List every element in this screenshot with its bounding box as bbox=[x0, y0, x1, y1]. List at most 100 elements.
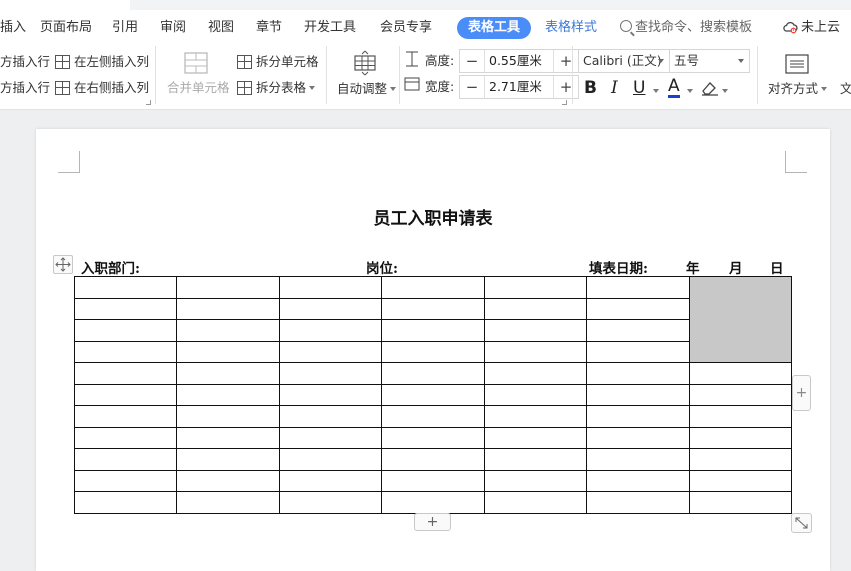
table-cell[interactable] bbox=[381, 276, 485, 299]
font-size-select[interactable]: 五号 bbox=[669, 49, 750, 73]
table-cell[interactable] bbox=[586, 340, 690, 363]
table-cell[interactable] bbox=[74, 340, 177, 363]
dialog-launcher-icon[interactable] bbox=[562, 100, 567, 105]
table-cell[interactable] bbox=[689, 383, 792, 406]
underline-button[interactable]: U bbox=[633, 78, 645, 98]
tab-insert[interactable]: 插入 bbox=[0, 20, 26, 36]
table-cell[interactable] bbox=[381, 469, 485, 492]
bold-button[interactable]: B bbox=[584, 78, 597, 98]
table-cell[interactable] bbox=[484, 469, 587, 492]
table-cell[interactable] bbox=[586, 426, 690, 449]
table-cell[interactable] bbox=[74, 362, 177, 385]
table-cell[interactable] bbox=[484, 448, 587, 471]
table-cell[interactable] bbox=[689, 405, 792, 428]
insert-col-left-button[interactable]: 在左侧插入列 bbox=[55, 54, 149, 70]
table-cell[interactable] bbox=[586, 362, 690, 385]
table-cell[interactable] bbox=[586, 319, 690, 342]
table-cell[interactable] bbox=[586, 276, 690, 299]
table-cell[interactable] bbox=[381, 448, 485, 471]
table-cell[interactable] bbox=[586, 297, 690, 320]
table-cell[interactable] bbox=[484, 383, 587, 406]
table-resize-handle[interactable] bbox=[791, 513, 812, 533]
table-cell[interactable] bbox=[74, 297, 177, 320]
table-cell[interactable] bbox=[279, 362, 382, 385]
chevron-down-icon[interactable] bbox=[653, 89, 659, 93]
table-cell[interactable] bbox=[381, 491, 485, 514]
add-row-button[interactable]: + bbox=[414, 513, 451, 531]
split-cells-button[interactable]: 拆分单元格 bbox=[237, 54, 319, 70]
table-cell[interactable] bbox=[279, 297, 382, 320]
height-increase-button[interactable]: + bbox=[554, 50, 578, 72]
table-cell[interactable] bbox=[586, 405, 690, 428]
table-cell[interactable] bbox=[586, 448, 690, 471]
table-cell[interactable] bbox=[176, 340, 280, 363]
table-cell[interactable] bbox=[689, 469, 792, 492]
tab-view[interactable]: 视图 bbox=[208, 20, 234, 36]
table-cell[interactable] bbox=[74, 469, 177, 492]
table-cell[interactable] bbox=[176, 319, 280, 342]
tab-member-exclusive[interactable]: 会员专享 bbox=[380, 20, 432, 36]
table-cell[interactable] bbox=[176, 491, 280, 514]
table-cell[interactable] bbox=[74, 491, 177, 514]
table-cell[interactable] bbox=[484, 297, 587, 320]
table-cell[interactable] bbox=[689, 491, 792, 514]
table-cell[interactable] bbox=[176, 362, 280, 385]
table-cell[interactable] bbox=[381, 405, 485, 428]
table-cell[interactable] bbox=[381, 297, 485, 320]
table-cell[interactable] bbox=[74, 426, 177, 449]
table-cell[interactable] bbox=[689, 426, 792, 449]
table-cell[interactable] bbox=[176, 383, 280, 406]
tab-section[interactable]: 章节 bbox=[256, 20, 282, 36]
width-increase-button[interactable]: + bbox=[554, 76, 578, 98]
chevron-down-icon[interactable] bbox=[722, 89, 728, 93]
table-cell[interactable] bbox=[586, 469, 690, 492]
table-cell[interactable] bbox=[484, 426, 587, 449]
table-cell[interactable] bbox=[176, 297, 280, 320]
height-input[interactable]: 0.55厘米 bbox=[484, 50, 554, 72]
table-cell[interactable] bbox=[176, 405, 280, 428]
dialog-launcher-icon[interactable] bbox=[146, 100, 151, 105]
tab-page-layout[interactable]: 页面布局 bbox=[40, 20, 92, 36]
insert-row-below-button[interactable]: 方插入行 bbox=[0, 80, 50, 96]
table-cell[interactable] bbox=[586, 383, 690, 406]
height-stepper[interactable]: − 0.55厘米 + bbox=[459, 49, 579, 73]
table-cell[interactable] bbox=[586, 491, 690, 514]
table-cell[interactable] bbox=[381, 362, 485, 385]
table-cell[interactable] bbox=[484, 491, 587, 514]
cloud-status-button[interactable]: 未上云 bbox=[782, 20, 840, 36]
application-table[interactable] bbox=[74, 276, 792, 514]
tab-review[interactable]: 审阅 bbox=[160, 20, 186, 36]
table-cell[interactable] bbox=[279, 491, 382, 514]
tab-table-tools[interactable]: 表格工具 bbox=[457, 17, 532, 39]
table-cell[interactable] bbox=[74, 405, 177, 428]
table-cell[interactable] bbox=[381, 340, 485, 363]
table-cell[interactable] bbox=[381, 383, 485, 406]
table-cell[interactable] bbox=[381, 319, 485, 342]
tab-table-style[interactable]: 表格样式 bbox=[545, 20, 597, 36]
align-button[interactable]: 对齐方式 bbox=[768, 81, 828, 97]
command-search[interactable]: 查找命令、搜索模板 bbox=[620, 20, 752, 36]
insert-col-right-button[interactable]: 在右侧插入列 bbox=[55, 80, 149, 96]
table-cell[interactable] bbox=[74, 448, 177, 471]
table-cell[interactable] bbox=[484, 362, 587, 385]
table-cell[interactable] bbox=[279, 448, 382, 471]
italic-button[interactable]: I bbox=[611, 78, 618, 98]
table-cell[interactable] bbox=[74, 276, 177, 299]
table-cell[interactable] bbox=[689, 362, 792, 385]
insert-row-above-button[interactable]: 方插入行 bbox=[0, 54, 50, 70]
table-move-handle[interactable] bbox=[53, 255, 73, 274]
table-cell[interactable] bbox=[484, 276, 587, 299]
table-cell[interactable] bbox=[689, 448, 792, 471]
table-cell[interactable] bbox=[484, 405, 587, 428]
eraser-icon[interactable] bbox=[700, 79, 720, 97]
photo-cell[interactable] bbox=[689, 276, 792, 363]
table-cell[interactable] bbox=[176, 469, 280, 492]
table-cell[interactable] bbox=[279, 340, 382, 363]
merge-cells-button[interactable]: 合并单元格 bbox=[167, 80, 230, 96]
table-cell[interactable] bbox=[176, 448, 280, 471]
auto-fit-button[interactable]: 自动调整 bbox=[337, 81, 397, 97]
table-cell[interactable] bbox=[176, 426, 280, 449]
height-decrease-button[interactable]: − bbox=[460, 50, 484, 72]
table-cell[interactable] bbox=[279, 319, 382, 342]
width-decrease-button[interactable]: − bbox=[460, 76, 484, 98]
